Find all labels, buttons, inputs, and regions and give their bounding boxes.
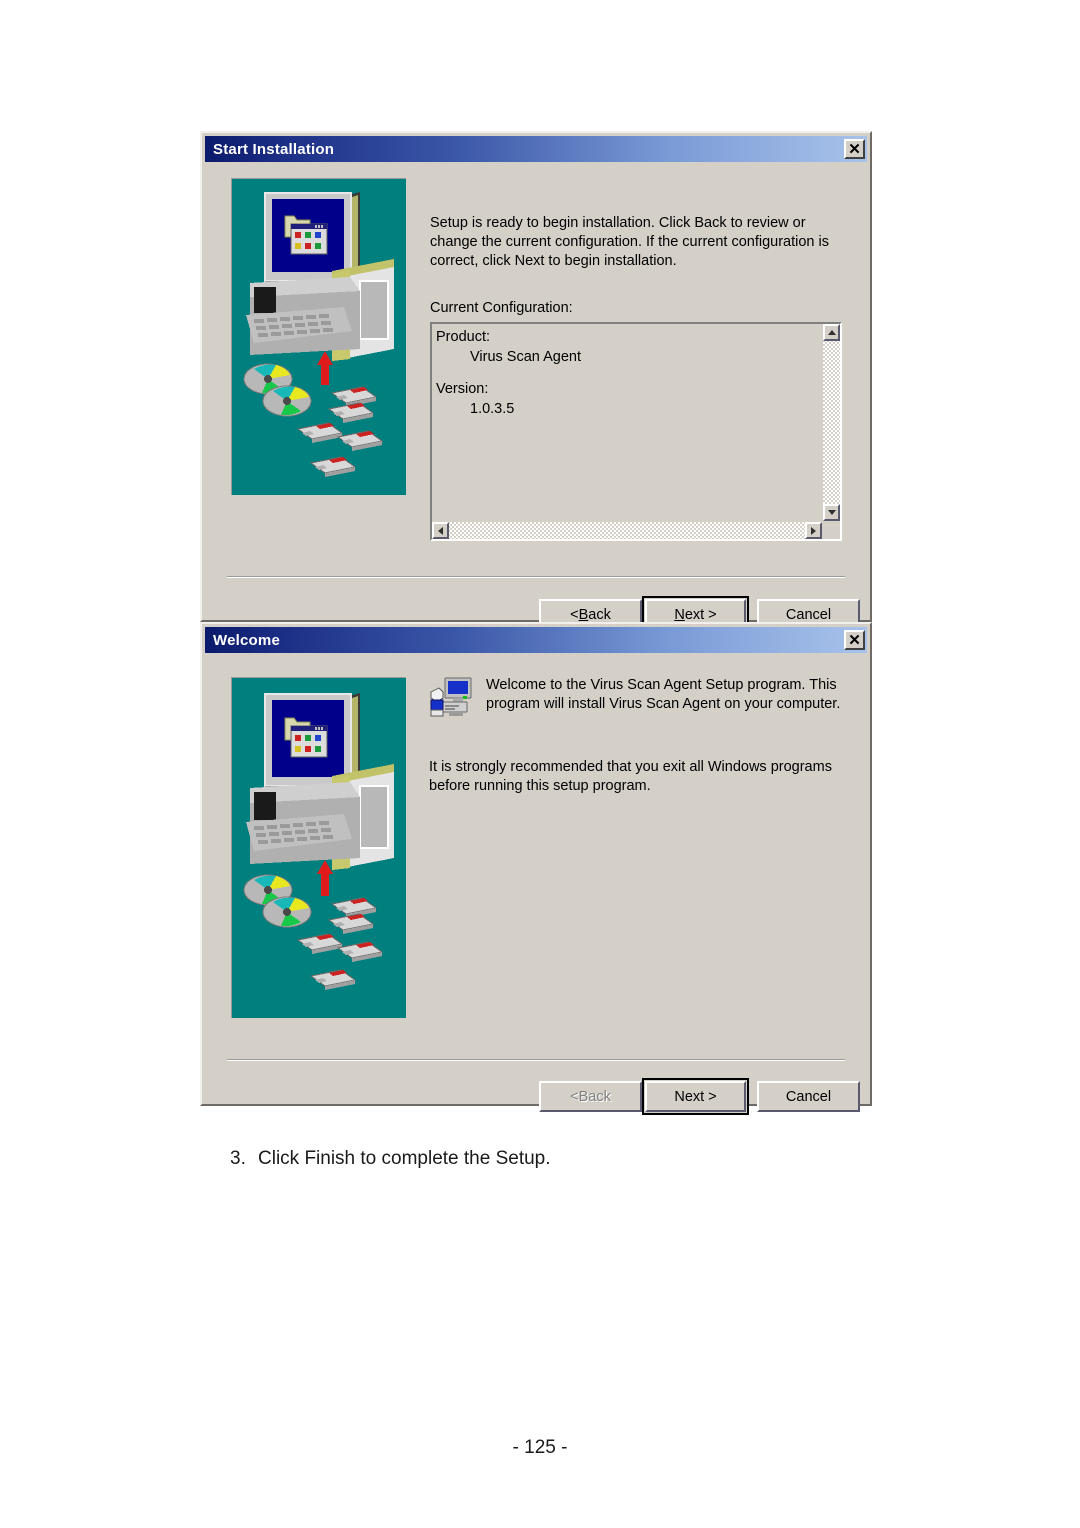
config-version-label: Version: [436,381,489,397]
scroll-right-arrow-icon[interactable] [805,522,822,539]
next-button-label: ext > [684,606,717,623]
close-icon[interactable]: ✕ [844,630,865,650]
config-product-label: Product: [436,329,490,345]
cancel-button-label: Cancel [785,1088,832,1105]
close-icon-glyph: ✕ [848,631,861,649]
config-product-value: Virus Scan Agent [470,349,581,365]
scroll-down-arrow-icon[interactable] [823,504,840,521]
instruction-text: Setup is ready to begin installation. Cl… [430,215,829,269]
step-number: 3. [230,1148,246,1169]
next-button-face: Next > [645,1081,746,1112]
next-button[interactable]: Next > [642,1078,749,1115]
back-button-label: Back [578,1088,611,1105]
configuration-list-content: Product: Virus Scan Agent Version: 1.0.3… [432,324,822,521]
step-instruction: Click Finish to complete the Setup. [258,1148,551,1169]
next-button-accel: N [674,606,685,623]
page-number: - 125 - [512,1437,568,1458]
cancel-button[interactable]: Cancel [757,1081,860,1112]
welcome-text: Welcome to the Virus Scan Agent Setup pr… [486,677,841,712]
dialog-titlebar: Start Installation ✕ [205,136,867,162]
config-spacer [436,367,822,379]
dialog-title: Start Installation [213,140,335,158]
cancel-button-label: Cancel [785,606,832,623]
configuration-listbox[interactable]: Product: Virus Scan Agent Version: 1.0.3… [430,322,842,541]
scrollbar-corner [822,521,840,539]
button-separator [227,1059,845,1061]
back-button[interactable]: < Back [539,1081,642,1112]
dialog-body: Setup is ready to begin installation. Cl… [205,162,867,633]
scroll-up-arrow-icon[interactable] [823,324,840,341]
close-icon[interactable]: ✕ [844,139,865,159]
welcome-dialog: Welcome ✕ Welcome to the Virus Scan Agen… [200,622,872,1115]
vertical-scrollbar[interactable] [822,324,840,521]
computer-hand-install-icon [429,676,477,720]
setup-computer-media-illustration [231,178,406,495]
button-separator [227,576,845,578]
dialog-body: Welcome to the Virus Scan Agent Setup pr… [205,653,867,1115]
dialog-title: Welcome [213,631,280,649]
back-button-prefix: < [570,606,579,623]
setup-computer-media-illustration [231,677,406,1018]
horizontal-scrollbar[interactable] [432,521,822,539]
back-button-accel: B [578,606,589,623]
dialog-titlebar: Welcome ✕ [205,627,867,653]
current-configuration-label: Current Configuration: [430,300,573,316]
back-button-label: ack [588,606,611,623]
next-button-label: Next > [674,1088,717,1105]
close-icon-glyph: ✕ [848,140,861,158]
config-version-value: 1.0.3.5 [470,401,515,417]
recommendation-text: It is strongly recommended that you exit… [429,759,832,794]
start-installation-dialog: Start Installation ✕ Setup is ready to b… [200,131,872,633]
back-button-prefix: < [570,1088,579,1105]
scroll-left-arrow-icon[interactable] [432,522,449,539]
